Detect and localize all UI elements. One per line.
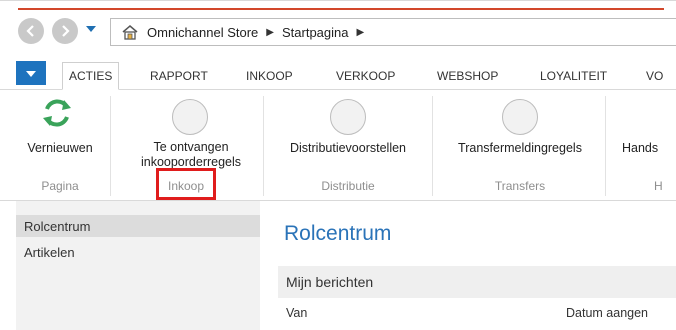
page-title: Rolcentrum [284,222,392,245]
tab-webshop[interactable]: WEBSHOP [437,63,498,89]
tab-loyaliteit[interactable]: LOYALITEIT [540,63,607,89]
distribution-button[interactable]: Distributievoorstellen [272,141,424,156]
transfer-button[interactable]: Transfermeldingregels [440,141,600,156]
breadcrumb-item[interactable]: Startpagina [282,25,349,40]
receive-lines-label-1: Te ontvangen [153,140,229,154]
sidebar-item-artikelen[interactable]: Artikelen [16,241,260,263]
group-label-distributie: Distributie [321,179,375,193]
home-icon [122,25,138,40]
group-divider [605,96,606,196]
back-button[interactable] [18,18,44,44]
application-menu-button[interactable] [16,61,46,85]
column-header-datum[interactable]: Datum aangen [566,306,676,320]
hands-button[interactable]: Hands [622,141,672,156]
ribbon-tabs: ACTIES RAPPORT INKOOP VERKOOP WEBSHOP LO… [0,55,676,90]
refresh-icon[interactable] [40,96,74,135]
column-header-van[interactable]: Van [286,306,307,320]
history-dropdown-icon[interactable] [86,26,96,32]
forward-button[interactable] [52,18,78,44]
tab-verkoop[interactable]: VERKOOP [336,63,395,89]
breadcrumb-item[interactable]: Omnichannel Store [147,25,258,40]
receive-lines-button[interactable]: Te ontvangen inkooporderregels [120,140,262,170]
group-divider [110,96,111,196]
accent-line [18,8,664,10]
group-label-h: H [654,179,663,193]
tab-acties[interactable]: ACTIES [62,62,120,90]
chevron-right-icon: ▶ [356,26,365,38]
distribution-icon[interactable] [330,99,366,135]
refresh-button[interactable]: Vernieuwen [17,141,103,156]
group-divider [432,96,433,196]
arrow-right-icon [62,25,70,37]
group-label-transfers: Transfers [494,179,546,193]
tab-rapport[interactable]: RAPPORT [150,63,208,89]
receive-lines-icon[interactable] [172,99,208,135]
group-divider [263,96,264,196]
tab-overflow[interactable]: VO [646,63,663,89]
chevron-right-icon: ▶ [266,26,274,38]
sidebar-item-rolcentrum[interactable]: Rolcentrum [16,215,260,237]
tab-inkoop[interactable]: INKOOP [246,63,293,89]
group-label-pagina: Pagina [41,179,79,193]
highlight-box [156,168,216,200]
panel-header[interactable]: Mijn berichten [278,266,676,298]
arrow-left-icon [26,25,34,37]
address-bar[interactable]: Omnichannel Store ▶ Startpagina ▶ [110,18,676,46]
sidebar: Rolcentrum Artikelen [16,201,260,330]
transfer-icon[interactable] [502,99,538,135]
